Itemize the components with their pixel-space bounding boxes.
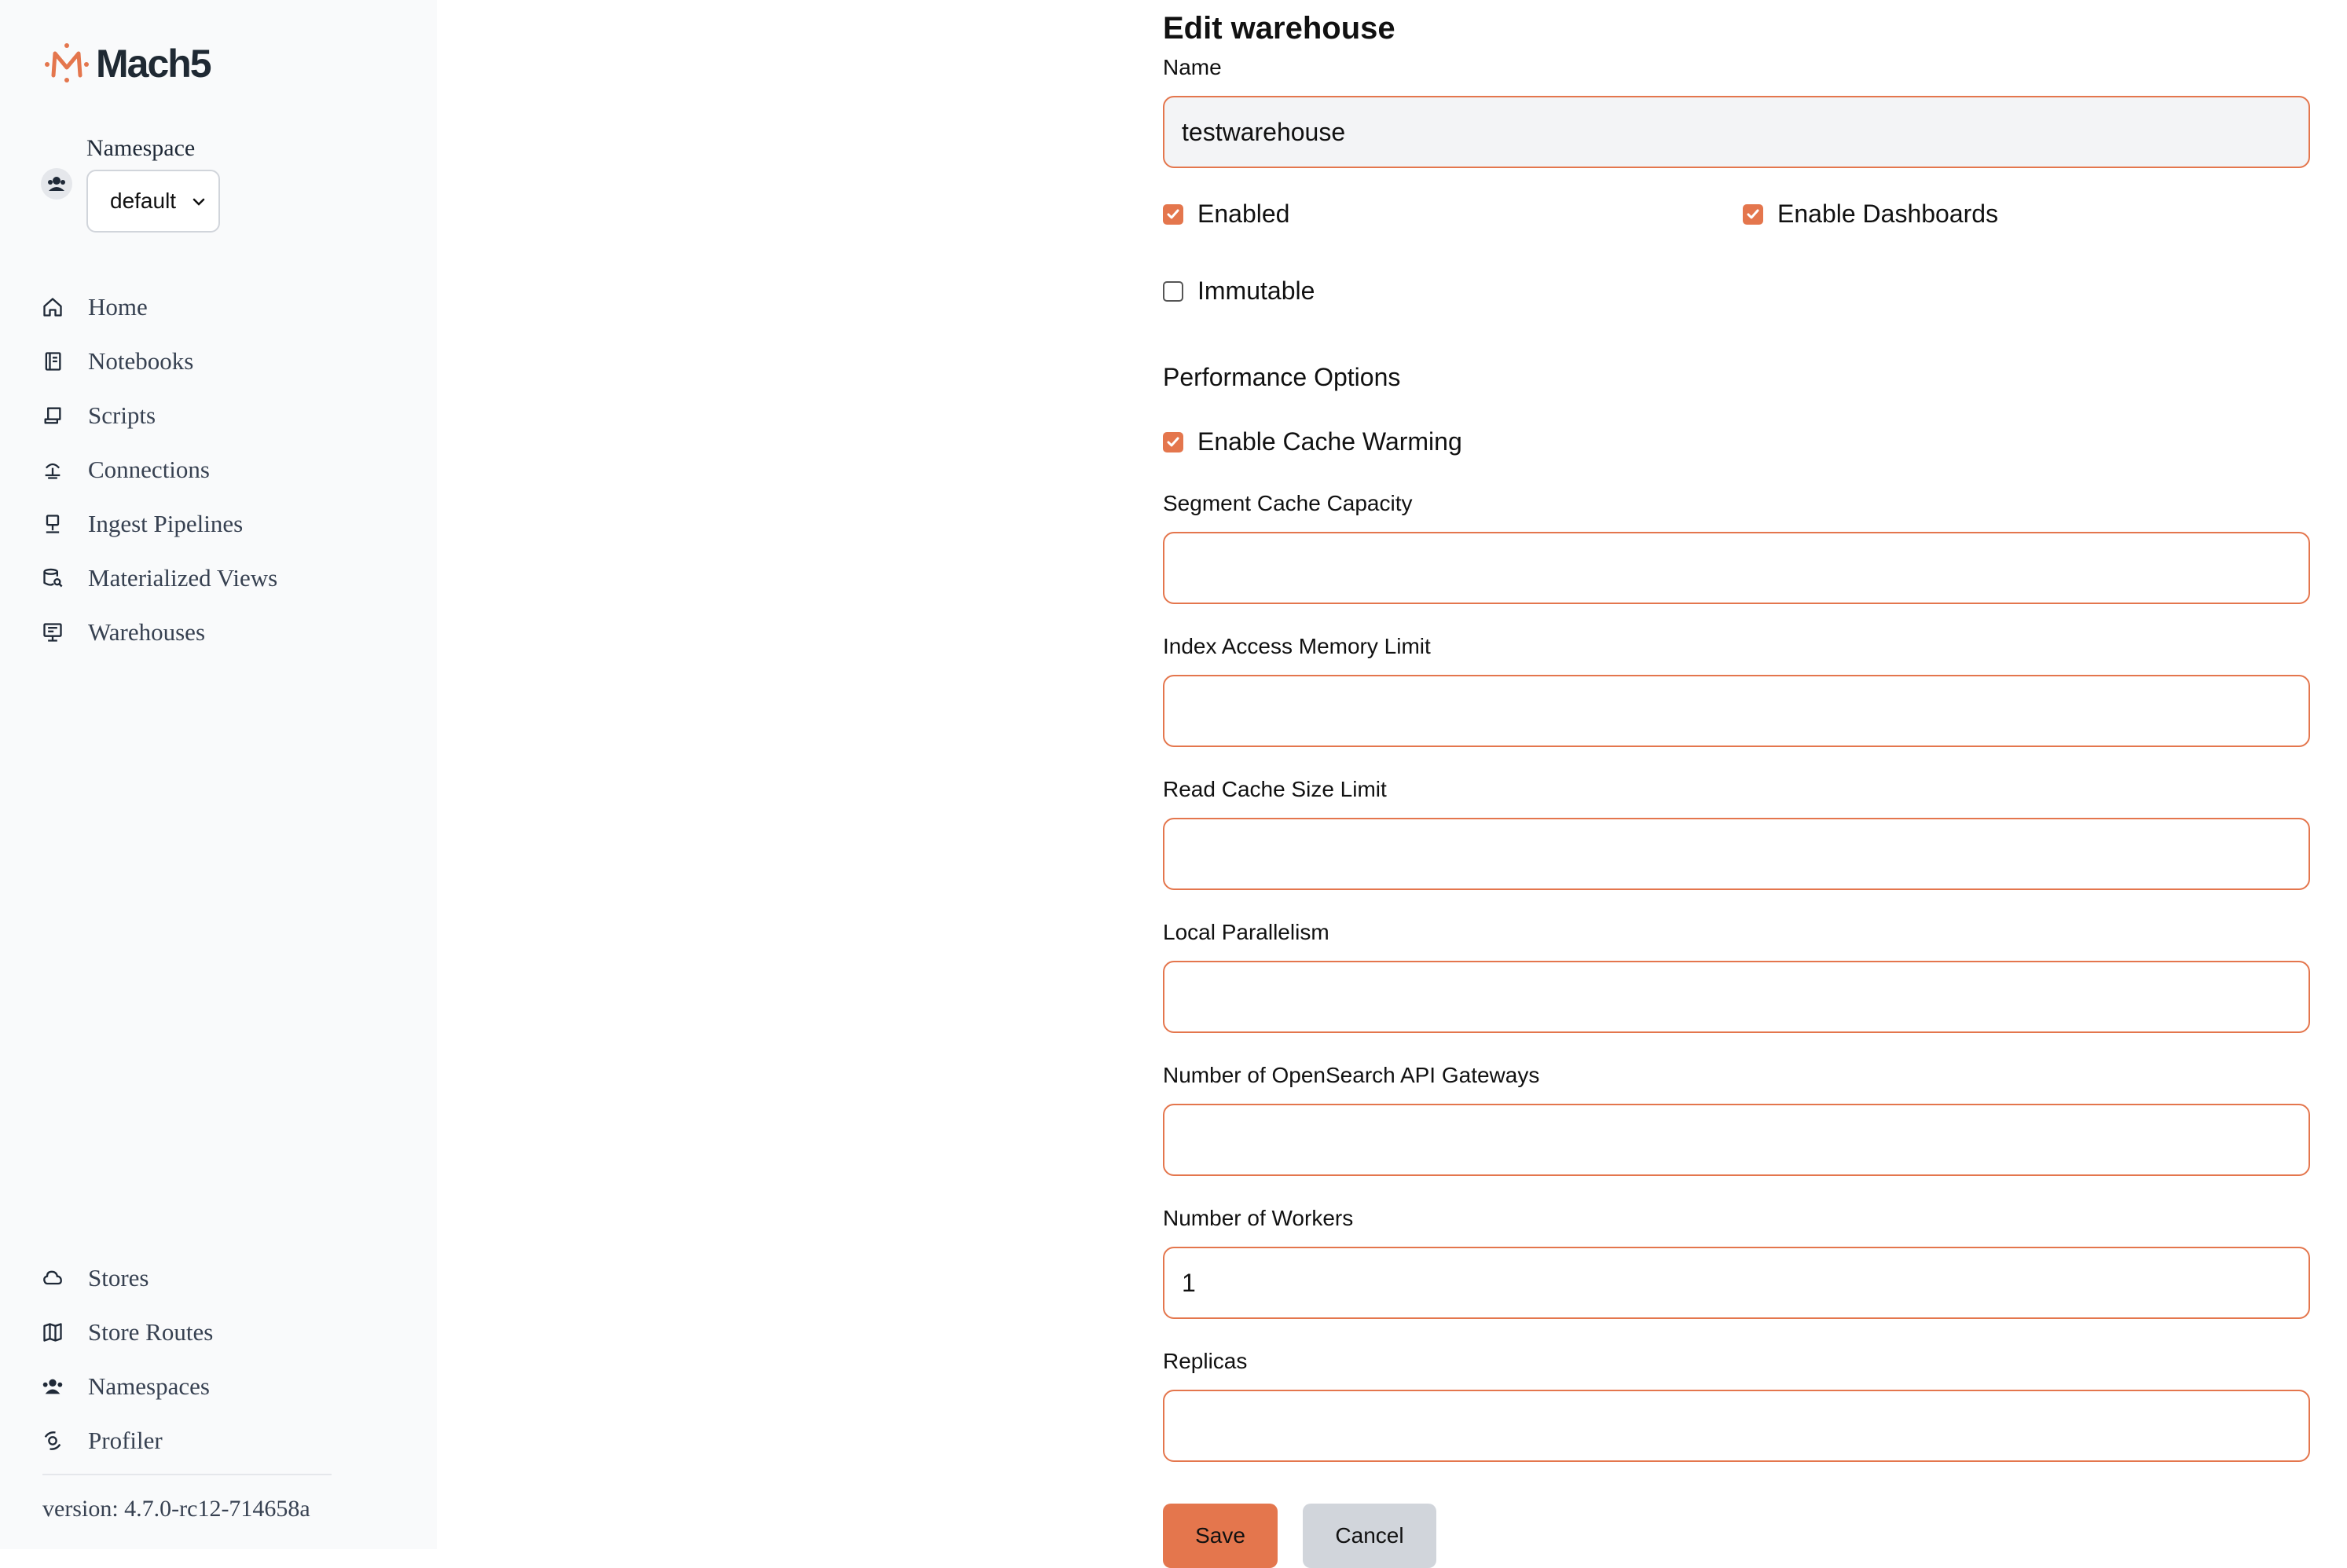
enabled-label: Enabled	[1197, 200, 1290, 228]
nav-item-store-routes[interactable]: Store Routes	[41, 1305, 213, 1359]
checkbox-checked-icon	[1163, 203, 1183, 225]
nav-label: Home	[88, 292, 148, 321]
page-title: Edit warehouse	[1163, 11, 1395, 46]
checkbox-unchecked-icon	[1163, 280, 1183, 302]
nav-item-stores[interactable]: Stores	[41, 1251, 213, 1305]
nav-item-warehouses[interactable]: Warehouses	[41, 605, 277, 659]
nav-label: Materialized Views	[88, 563, 278, 592]
local-parallelism-input[interactable]	[1163, 961, 2310, 1033]
nav-label: Notebooks	[88, 346, 194, 375]
profiler-icon	[41, 1429, 64, 1453]
enabled-checkbox[interactable]: Enabled	[1163, 200, 1289, 229]
nav-label: Scripts	[88, 401, 156, 429]
gateways-input[interactable]	[1163, 1104, 2310, 1176]
enable-dashboards-checkbox[interactable]: Enable Dashboards	[1743, 200, 1998, 229]
workers-label: Number of Workers	[1163, 1206, 1354, 1230]
enable-dashboards-label: Enable Dashboards	[1777, 200, 1999, 228]
sidebar: Mach5 Namespace default Home Notebooks S…	[0, 0, 437, 1549]
users-icon	[41, 1375, 64, 1398]
nav-item-connections[interactable]: Connections	[41, 442, 277, 496]
connections-icon	[41, 458, 64, 482]
namespace-select[interactable]: default	[86, 170, 220, 233]
index-memory-input[interactable]	[1163, 675, 2310, 747]
warehouse-icon	[41, 621, 64, 644]
notebook-icon	[41, 350, 64, 373]
name-input[interactable]	[1163, 96, 2310, 168]
cloud-icon	[41, 1266, 64, 1290]
pipeline-icon	[41, 512, 64, 536]
nav-item-namespaces[interactable]: Namespaces	[41, 1359, 213, 1413]
sidebar-divider	[42, 1474, 332, 1475]
cache-warming-label: Enable Cache Warming	[1197, 427, 1462, 456]
read-cache-input[interactable]	[1163, 818, 2310, 890]
nav-item-materialized-views[interactable]: Materialized Views	[41, 551, 277, 605]
cache-warming-checkbox[interactable]: Enable Cache Warming	[1163, 427, 1462, 456]
local-parallelism-label: Local Parallelism	[1163, 920, 1329, 944]
version-text: version: 4.7.0-rc12-714658a	[42, 1496, 310, 1522]
immutable-checkbox[interactable]: Immutable	[1163, 277, 1315, 306]
name-label: Name	[1163, 55, 1222, 79]
home-icon	[41, 295, 64, 319]
database-search-icon	[41, 566, 64, 590]
checkbox-checked-icon	[1163, 431, 1183, 452]
namespace-label: Namespace	[86, 135, 196, 161]
immutable-label: Immutable	[1197, 277, 1315, 305]
namespace-switcher: Namespace default	[41, 134, 220, 233]
nav-label: Ingest Pipelines	[88, 509, 244, 537]
nav-label: Stores	[88, 1263, 149, 1291]
nav-label: Namespaces	[88, 1372, 210, 1400]
segment-cache-label: Segment Cache Capacity	[1163, 491, 1413, 515]
index-memory-label: Index Access Memory Limit	[1163, 634, 1431, 658]
cancel-button[interactable]: Cancel	[1303, 1504, 1436, 1568]
save-button[interactable]: Save	[1163, 1504, 1278, 1568]
namespace-select-value: default	[110, 189, 177, 213]
map-icon	[41, 1321, 64, 1344]
workers-input[interactable]	[1163, 1247, 2310, 1319]
nav-item-ingest-pipelines[interactable]: Ingest Pipelines	[41, 496, 277, 551]
performance-options-heading: Performance Options	[1163, 363, 1401, 391]
gateways-label: Number of OpenSearch API Gateways	[1163, 1063, 1540, 1087]
checkbox-checked-icon	[1743, 203, 1763, 225]
read-cache-label: Read Cache Size Limit	[1163, 777, 1387, 801]
mach5-logo[interactable]: Mach5	[41, 39, 212, 88]
nav-label: Profiler	[88, 1426, 163, 1454]
users-icon	[41, 168, 72, 200]
nav-item-scripts[interactable]: Scripts	[41, 388, 277, 442]
mach5-logo-icon	[45, 43, 89, 82]
secondary-nav: Stores Store Routes Namespaces Profiler	[41, 1251, 213, 1467]
nav-item-home[interactable]: Home	[41, 280, 277, 334]
nav-label: Connections	[88, 455, 210, 483]
brand-name: Mach5	[96, 42, 212, 86]
script-icon	[41, 404, 64, 427]
replicas-input[interactable]	[1163, 1390, 2310, 1462]
segment-cache-input[interactable]	[1163, 532, 2310, 604]
nav-item-notebooks[interactable]: Notebooks	[41, 334, 277, 388]
chevron-down-icon	[193, 198, 205, 206]
replicas-label: Replicas	[1163, 1349, 1248, 1373]
nav-label: Store Routes	[88, 1317, 214, 1346]
primary-nav: Home Notebooks Scripts Connections Inges…	[41, 280, 277, 659]
nav-label: Warehouses	[88, 617, 206, 646]
nav-item-profiler[interactable]: Profiler	[41, 1413, 213, 1467]
